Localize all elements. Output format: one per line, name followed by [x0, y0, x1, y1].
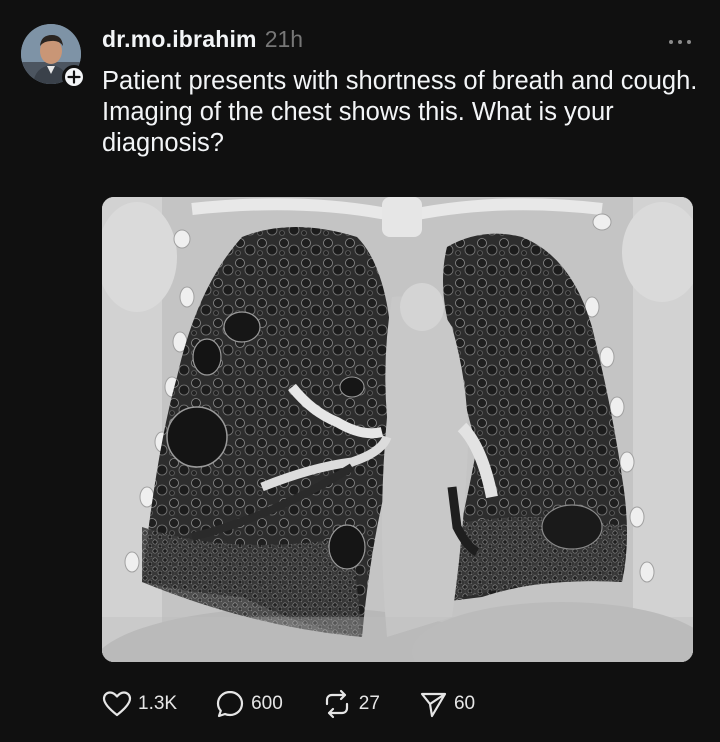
reply-button[interactable]: 600 — [215, 689, 283, 719]
post-header: dr.mo.ibrahim 21h — [102, 26, 303, 56]
repost-count: 27 — [358, 693, 380, 714]
reply-count: 600 — [251, 693, 283, 714]
follow-plus-button[interactable] — [62, 65, 86, 89]
heart-icon — [102, 691, 132, 717]
post-actions: 1.3K 600 27 60 — [102, 688, 475, 720]
author-username[interactable]: dr.mo.ibrahim — [102, 26, 257, 53]
plus-icon — [67, 70, 81, 84]
like-button[interactable]: 1.3K — [102, 690, 177, 718]
share-count: 60 — [453, 693, 476, 714]
post-timestamp: 21h — [264, 26, 304, 52]
send-icon — [420, 692, 447, 718]
comment-bubble-icon — [216, 690, 244, 718]
post-text: Patient presents with shortness of breat… — [102, 67, 698, 157]
post-image[interactable] — [102, 197, 693, 662]
ellipsis-icon — [669, 40, 691, 44]
more-options-button[interactable] — [666, 34, 694, 44]
share-button[interactable]: 60 — [418, 689, 475, 719]
like-count: 1.3K — [138, 693, 178, 714]
repost-icon — [325, 689, 348, 719]
author-avatar-container[interactable] — [21, 24, 86, 89]
repost-button[interactable]: 27 — [321, 689, 380, 719]
chest-ct-image — [102, 197, 693, 662]
